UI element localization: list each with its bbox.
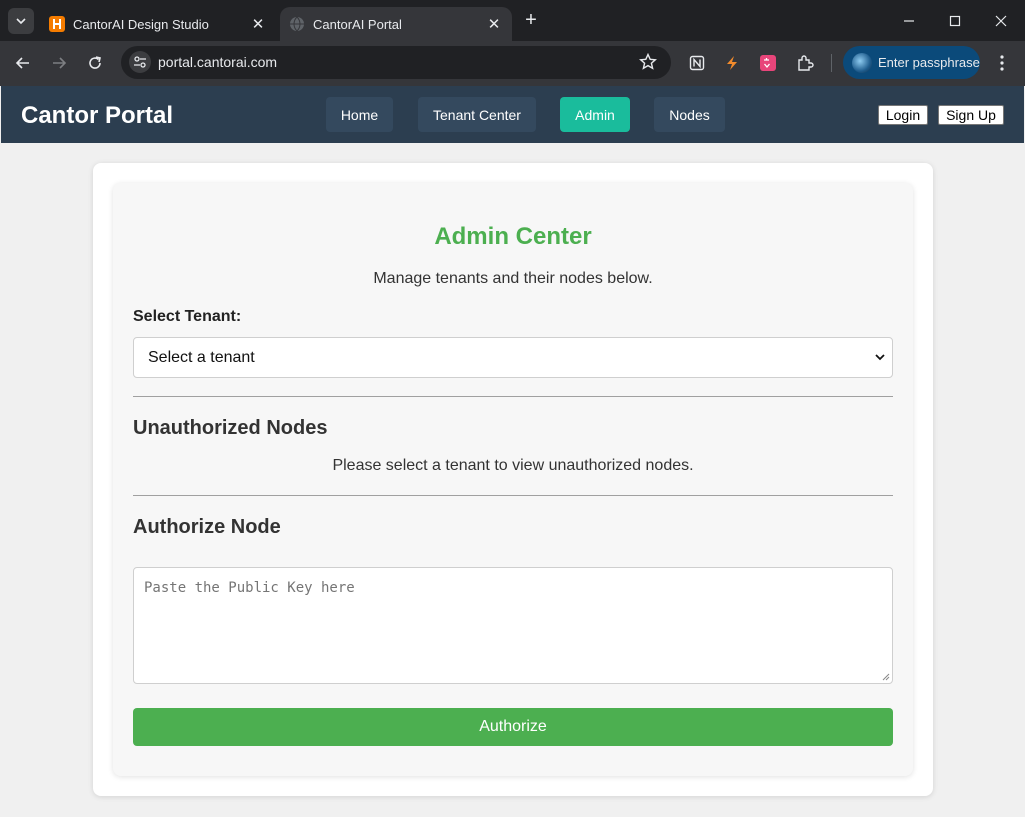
url-text: portal.cantorai.com <box>158 54 278 70</box>
close-window-button[interactable] <box>978 0 1024 41</box>
nav-link-tenant-center[interactable]: Tenant Center <box>418 97 536 132</box>
site-navbar: Cantor Portal Home Tenant Center Admin N… <box>1 86 1024 143</box>
reload-icon <box>89 56 101 69</box>
toolbar-divider <box>831 54 832 72</box>
page-viewport: Cantor Portal Home Tenant Center Admin N… <box>1 86 1024 817</box>
section-divider <box>133 495 893 496</box>
public-key-placeholder: Paste the Public Key here <box>144 580 355 596</box>
site-settings-icon[interactable] <box>129 51 151 73</box>
tenant-select-value: Select a tenant <box>148 348 255 366</box>
page-subtitle: Manage tenants and their nodes below. <box>373 270 653 287</box>
browser-tab-design-studio[interactable]: CantorAI Design Studio ✕ <box>40 7 276 41</box>
signup-button[interactable]: Sign Up <box>938 105 1004 125</box>
back-button[interactable] <box>8 49 38 77</box>
close-tab-icon[interactable]: ✕ <box>484 14 504 34</box>
address-bar[interactable]: portal.cantorai.com <box>121 46 671 79</box>
arrow-left-icon <box>15 57 29 69</box>
main-container: Admin Center Manage tenants and their no… <box>93 163 933 796</box>
tenant-select-label: Select Tenant: <box>133 308 242 325</box>
page-title: Admin Center <box>434 223 592 250</box>
chevron-down-icon <box>16 18 26 25</box>
close-tab-icon[interactable]: ✕ <box>248 14 268 34</box>
tenant-select[interactable]: Select a tenant <box>133 337 893 378</box>
maximize-button[interactable] <box>932 0 978 41</box>
brand-title[interactable]: Cantor Portal <box>21 102 173 130</box>
unauthorized-nodes-heading: Unauthorized Nodes <box>133 417 328 439</box>
browser-toolbar: portal.cantorai.com Enter passphrase <box>0 41 1025 86</box>
resize-grip-icon[interactable] <box>881 672 890 681</box>
cantor-favicon-icon <box>49 16 65 32</box>
tab-title: CantorAI Design Studio <box>73 16 209 32</box>
chevron-down-icon <box>875 354 885 361</box>
arrow-right-icon <box>53 57 67 69</box>
bookmark-star-icon[interactable] <box>639 52 657 76</box>
forward-button[interactable] <box>44 49 74 77</box>
tab-search-button[interactable] <box>8 8 34 34</box>
profile-globe-icon <box>852 52 872 73</box>
maximize-icon <box>949 15 961 26</box>
authorize-node-heading: Authorize Node <box>133 516 281 538</box>
tab-title: CantorAI Portal <box>313 16 402 32</box>
minimize-icon <box>904 19 914 22</box>
puzzle-extensions-icon[interactable] <box>795 53 815 73</box>
section-divider <box>133 396 893 397</box>
nav-link-home[interactable]: Home <box>326 97 393 132</box>
authorize-button[interactable]: Authorize <box>133 708 893 746</box>
browser-tab-portal[interactable]: CantorAI Portal ✕ <box>280 7 512 41</box>
globe-favicon-icon <box>289 16 305 32</box>
notion-extension-icon[interactable] <box>687 53 707 73</box>
reload-button[interactable] <box>80 49 110 77</box>
translate-extension-icon[interactable] <box>758 53 778 73</box>
minimize-button[interactable] <box>886 0 932 41</box>
close-icon <box>995 15 1007 26</box>
login-button[interactable]: Login <box>878 105 928 125</box>
profile-label: Enter passphrase <box>878 55 980 70</box>
profile-button[interactable]: Enter passphrase <box>843 46 980 79</box>
nav-link-admin[interactable]: Admin <box>560 97 630 132</box>
new-tab-button[interactable]: + <box>520 9 542 31</box>
public-key-textarea[interactable]: Paste the Public Key here <box>133 567 893 684</box>
admin-card: Admin Center Manage tenants and their no… <box>113 183 913 776</box>
browser-tab-strip: CantorAI Design Studio ✕ CantorAI Portal… <box>0 0 1025 41</box>
browser-menu-icon[interactable] <box>992 53 1012 73</box>
nav-link-nodes[interactable]: Nodes <box>654 97 725 132</box>
lightning-extension-icon[interactable] <box>722 53 742 73</box>
unauthorized-nodes-message: Please select a tenant to view unauthori… <box>332 457 694 474</box>
